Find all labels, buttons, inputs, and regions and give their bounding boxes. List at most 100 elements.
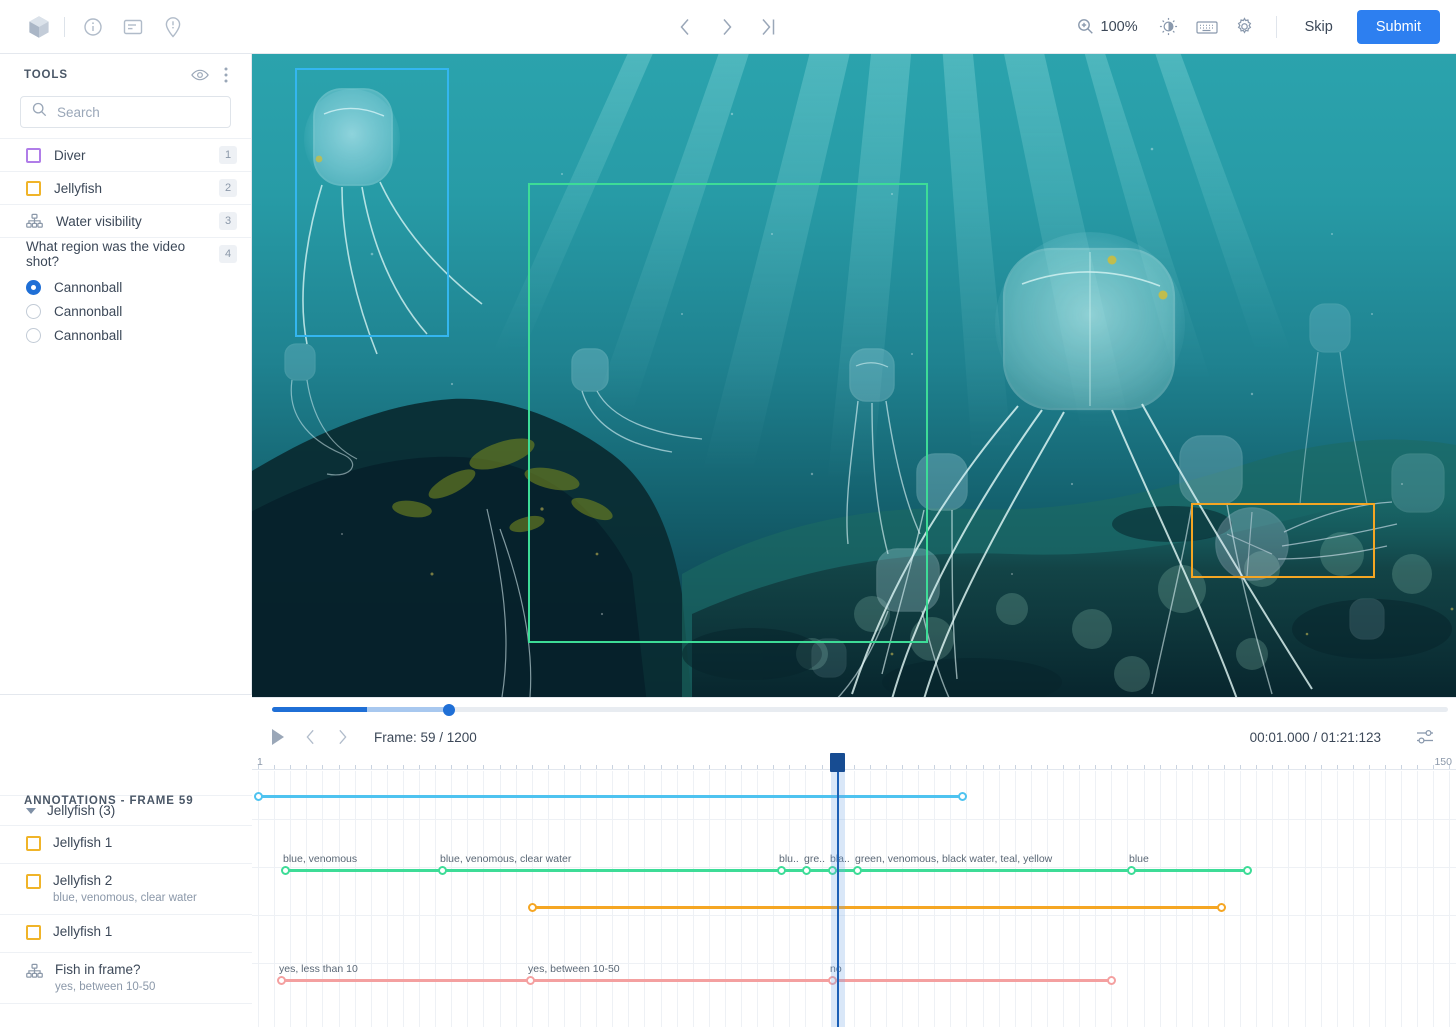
left-sidebar: TOOLS Search Diver 1 Jellyfish 2 Water v… — [0, 54, 252, 1027]
fish-in-frame-track[interactable]: yes, less than 10 yes, between 10-50 no — [252, 916, 1456, 985]
annotation-group-label: Jellyfish (3) — [47, 803, 116, 818]
jellyfish-3-box[interactable] — [1191, 503, 1375, 578]
zoom-level-label: 100% — [1100, 18, 1138, 35]
hierarchy-icon — [26, 213, 43, 229]
keyframe-marker[interactable] — [276, 975, 286, 985]
play-icon[interactable] — [262, 721, 294, 753]
seek-buffered-fill — [367, 707, 450, 712]
step-forward-button[interactable] — [326, 721, 358, 753]
ruler-baseline — [252, 769, 1456, 770]
keyboard-shortcuts-icon[interactable] — [1190, 12, 1224, 42]
keyframe-label: blue, venomous — [283, 853, 358, 865]
prev-frame-button[interactable] — [672, 14, 698, 40]
issue-pin-icon[interactable] — [153, 7, 193, 47]
cube-logo-icon[interactable] — [22, 7, 56, 47]
brightness-icon[interactable] — [1152, 12, 1186, 42]
info-icon[interactable] — [73, 7, 113, 47]
annotation-row[interactable]: Fish in frame? yes, between 10-50 — [0, 953, 252, 1004]
zoom-control[interactable]: 100% — [1077, 18, 1138, 35]
seek-handle[interactable] — [443, 703, 455, 716]
tool-label: Diver — [54, 147, 86, 163]
radio-button[interactable] — [26, 279, 41, 295]
annotation-list: Jellyfish 1 Jellyfish 2 blue, venomous, cl… — [0, 826, 252, 1004]
jellyfish-2-box[interactable] — [528, 183, 928, 643]
annotations-panel: ANNOTATIONS - FRAME 59 Jellyfish (3) Jel… — [0, 695, 252, 1027]
keyframe-label: gre.. — [804, 853, 826, 865]
annotations-title: ANNOTATIONS - FRAME 59 — [24, 795, 194, 807]
keyframe-marker[interactable] — [525, 975, 535, 985]
radio-button[interactable] — [26, 327, 41, 343]
keyframe-label: blue, venomous, clear water — [440, 853, 572, 865]
option-label: Cannonball — [54, 303, 123, 319]
playback-controls: Frame: 59 / 1200 00:01.000 / 01:21:123 — [252, 720, 1456, 754]
notes-icon[interactable] — [113, 7, 153, 47]
keyframe-label: yes, less than 10 — [279, 963, 358, 975]
option-row-0[interactable]: Cannonball — [0, 275, 251, 299]
video-canvas[interactable] — [252, 54, 1456, 697]
seek-played-fill — [272, 707, 367, 712]
tool-shortcut: 2 — [219, 179, 237, 197]
annotation-name: Jellyfish 1 — [53, 835, 113, 850]
gear-icon[interactable] — [1228, 12, 1262, 42]
annotation-attributes: yes, between 10-50 — [55, 981, 156, 993]
bbox-icon — [26, 925, 41, 940]
annotation-name: Jellyfish 1 — [53, 924, 113, 939]
keyframe-label: green, venomous, black water, teal, yell… — [855, 853, 1053, 865]
timeline-settings-icon[interactable] — [1410, 722, 1440, 752]
tools-header: TOOLS — [0, 60, 251, 90]
option-row-1[interactable]: Cannonball — [0, 299, 251, 323]
skip-to-end-icon[interactable] — [756, 14, 782, 40]
tool-row-diver[interactable]: Diver 1 — [0, 138, 251, 171]
more-vertical-icon[interactable] — [215, 64, 237, 86]
tool-row-jellyfish[interactable]: Jellyfish 2 — [0, 171, 251, 204]
keyframe-line — [258, 795, 962, 798]
submit-button[interactable]: Submit — [1356, 9, 1440, 44]
seek-bar[interactable] — [272, 703, 1448, 716]
jellyfish-1-track[interactable] — [252, 771, 1456, 820]
toolbar-divider-2 — [1275, 15, 1277, 38]
annotation-name: Jellyfish 2 — [53, 873, 113, 888]
skip-button[interactable]: Skip — [1291, 13, 1347, 41]
timeline-panel: Frame: 59 / 1200 00:01.000 / 01:21:123 1… — [252, 697, 1456, 1027]
bbox-icon — [26, 147, 41, 163]
keyframe-label: yes, between 10-50 — [528, 963, 620, 975]
jellyfish-3-track[interactable] — [252, 868, 1456, 916]
jellyfish-2-track[interactable]: blue, venomous blue, venomous, clear wate… — [252, 820, 1456, 875]
eye-icon[interactable] — [189, 64, 211, 86]
keyframe-line — [532, 906, 1221, 909]
toolbar-divider — [64, 16, 65, 37]
jellyfish-1-box[interactable] — [295, 68, 449, 337]
frame-counter: Frame: 59 / 1200 — [374, 729, 477, 745]
keyframe-marker[interactable] — [1106, 975, 1116, 985]
annotation-name: Fish in frame? — [55, 962, 141, 977]
timeline-tracks[interactable]: blue, venomous blue, venomous, clear wate… — [252, 771, 1456, 1027]
chevron-down-icon — [26, 807, 36, 814]
timeline-ruler[interactable]: 1 150 — [252, 756, 1456, 770]
playhead-line — [837, 756, 839, 1027]
playhead-handle[interactable] — [830, 753, 845, 772]
next-frame-button[interactable] — [714, 14, 740, 40]
annotation-row[interactable]: Jellyfish 1 — [0, 826, 252, 864]
annotation-attributes: blue, venomous, clear water — [53, 892, 197, 904]
annotation-row[interactable]: Jellyfish 1 — [0, 915, 252, 953]
bbox-icon — [26, 874, 41, 889]
keyframe-label: blue — [1129, 853, 1149, 865]
annotation-row[interactable]: Jellyfish 2 blue, venomous, clear water — [0, 864, 252, 915]
keyframe-marker[interactable] — [527, 902, 537, 912]
keyframe-marker[interactable] — [957, 791, 967, 801]
tool-row-water-visibility[interactable]: Water visibility 3 — [0, 204, 251, 237]
question-label: What region was the video shot? — [26, 239, 186, 269]
question-shortcut: 4 — [219, 245, 237, 263]
search-input[interactable] — [57, 104, 234, 120]
bbox-icon — [26, 836, 41, 851]
option-row-2[interactable]: Cannonball — [0, 323, 251, 347]
step-back-button[interactable] — [294, 721, 326, 753]
question-options: Cannonball Cannonball Cannonball — [0, 270, 251, 347]
keyframe-marker[interactable] — [253, 791, 263, 801]
radio-button[interactable] — [26, 303, 41, 319]
keyframe-marker[interactable] — [1216, 902, 1226, 912]
tools-search — [0, 90, 251, 138]
option-label: Cannonball — [54, 279, 123, 295]
search-icon — [32, 102, 47, 122]
question-row[interactable]: What region was the video shot? 4 — [0, 237, 251, 270]
